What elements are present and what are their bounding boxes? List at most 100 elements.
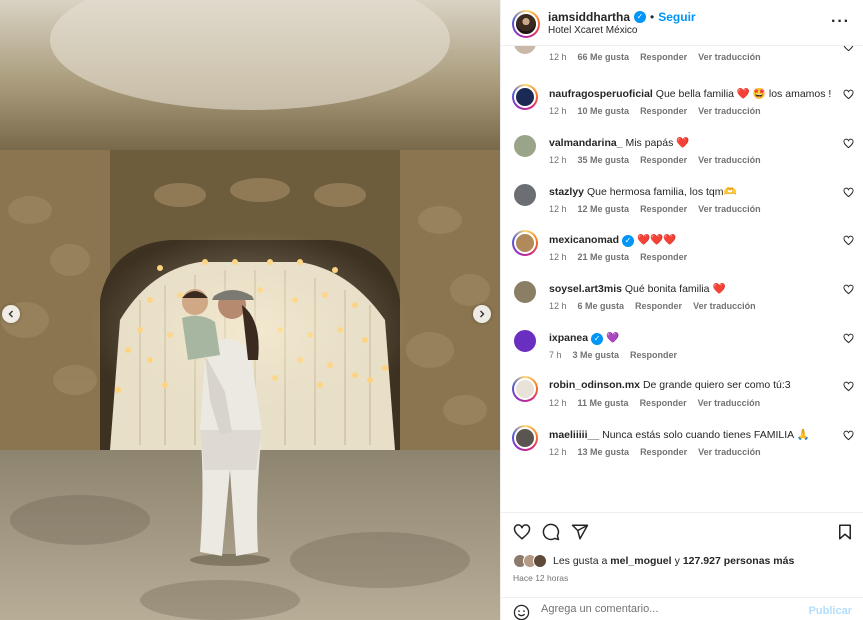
comment-like-icon[interactable]	[843, 381, 854, 392]
comment-likes[interactable]: 35 Me gusta	[578, 155, 630, 165]
likes-user[interactable]: mel_moguel	[610, 555, 671, 567]
comment-body: De grande quiero ser como tú:3	[642, 379, 791, 391]
comment-like-icon[interactable]	[843, 235, 854, 246]
comment-time: 12 h	[549, 252, 567, 262]
comment-like-icon[interactable]	[843, 187, 854, 198]
commenter-avatar[interactable]	[512, 230, 538, 256]
comment-like-icon[interactable]	[843, 333, 854, 344]
follow-button[interactable]: Seguir	[658, 10, 695, 24]
save-icon[interactable]	[836, 523, 854, 541]
photo-scene	[0, 0, 500, 620]
reply-button[interactable]: Responder	[640, 52, 687, 62]
comment-like-icon[interactable]	[843, 138, 854, 149]
comment-text: soysel.art3mis Qué bonita familia ❤️	[549, 282, 839, 295]
comment-body: 💜	[606, 332, 620, 344]
commenter-avatar[interactable]	[512, 46, 538, 56]
liker-avatars	[513, 554, 547, 568]
carousel-next-button[interactable]	[473, 305, 491, 323]
comment-like-icon[interactable]	[843, 284, 854, 295]
translate-button[interactable]: Ver traducción	[698, 106, 761, 116]
share-icon[interactable]	[571, 523, 589, 541]
comment-likes[interactable]: 13 Me gusta	[578, 447, 630, 457]
translate-button[interactable]: Ver traducción	[698, 155, 761, 165]
reply-button[interactable]: Responder	[630, 350, 677, 360]
author-username[interactable]: iamsiddhartha	[548, 10, 630, 24]
commenter-username[interactable]: stazlyy	[549, 186, 584, 198]
likes-summary[interactable]: Les gusta a mel_moguel y 127.927 persona…	[513, 553, 797, 569]
commenter-avatar[interactable]	[512, 328, 538, 354]
comment-meta: 12 h 21 Me gusta Responder	[549, 252, 698, 262]
comment-time: 12 h	[549, 155, 567, 165]
commenter-avatar[interactable]	[512, 133, 538, 159]
comment-likes[interactable]: 6 Me gusta	[578, 301, 625, 311]
comment-like-icon[interactable]	[843, 430, 854, 441]
comment-body: ❤️❤️❤️	[637, 234, 677, 246]
reply-button[interactable]: Responder	[640, 155, 687, 165]
commenter-avatar[interactable]	[512, 376, 538, 402]
commenter-username[interactable]: valmandarina_	[549, 137, 623, 149]
emoji-icon[interactable]	[513, 604, 530, 620]
post-photo[interactable]	[0, 0, 500, 620]
comment-time: 7 h	[549, 350, 562, 360]
post-actions: Les gusta a mel_moguel y 127.927 persona…	[501, 512, 863, 620]
add-comment-bar: Publicar	[501, 597, 863, 620]
reply-button[interactable]: Responder	[640, 398, 687, 408]
commenter-username[interactable]: naufragosperuoficial	[549, 88, 653, 100]
commenter-username[interactable]: robin_odinson.mx	[549, 379, 640, 391]
comment-likes[interactable]: 21 Me gusta	[578, 252, 630, 262]
comment-time: 12 h	[549, 204, 567, 214]
comment-item: valmandarina_ Mis papás ❤️ 12 h 35 Me gust…	[501, 133, 863, 181]
comment-time: 12 h	[549, 52, 567, 62]
comment-input[interactable]	[541, 603, 801, 615]
commenter-avatar[interactable]	[512, 425, 538, 451]
comment-time: 12 h	[549, 301, 567, 311]
comment-likes[interactable]: 12 Me gusta	[578, 204, 630, 214]
comment-meta: 7 h 3 Me gusta Responder	[549, 350, 688, 360]
carousel-prev-button[interactable]	[2, 305, 20, 323]
likes-joiner: y	[674, 555, 680, 567]
comment-meta: 12 h 12 Me gusta Responder Ver traducción	[549, 204, 772, 214]
translate-button[interactable]: Ver traducción	[698, 398, 761, 408]
post-details-panel: iamsiddhartha ✓ • Seguir Hotel Xcaret Mé…	[500, 0, 863, 620]
comment-item: robin_odinson.mx De grande quiero ser co…	[501, 376, 863, 424]
translate-button[interactable]: Ver traducción	[698, 447, 761, 457]
commenter-username[interactable]: ixpanea	[549, 332, 588, 344]
reply-button[interactable]: Responder	[640, 252, 687, 262]
comments-list[interactable]: 12 h 66 Me gusta Responder Ver traducción na…	[501, 46, 863, 510]
commenter-avatar[interactable]	[512, 279, 538, 305]
translate-button[interactable]: Ver traducción	[698, 204, 761, 214]
commenter-username[interactable]: mexicanomad	[549, 234, 619, 246]
reply-button[interactable]: Responder	[640, 106, 687, 116]
reply-button[interactable]: Responder	[635, 301, 682, 311]
comment-likes[interactable]: 11 Me gusta	[578, 398, 629, 408]
like-icon[interactable]	[513, 523, 531, 541]
comment-likes[interactable]: 10 Me gusta	[578, 106, 630, 116]
comment-icon[interactable]	[542, 523, 560, 541]
commenter-username[interactable]: soysel.art3mis	[549, 283, 622, 295]
more-options-icon[interactable]: ···	[831, 14, 850, 30]
comment-like-icon[interactable]	[843, 46, 854, 52]
reply-button[interactable]: Responder	[640, 447, 687, 457]
comment-text: maeliiiii__ Nunca estás solo cuando tien…	[549, 428, 839, 441]
comment-item: naufragosperuoficial Que bella familia ❤…	[501, 84, 863, 132]
author-avatar[interactable]	[512, 10, 540, 38]
comment-meta: 12 h 6 Me gusta Responder Ver traducción	[549, 301, 767, 311]
reply-button[interactable]: Responder	[640, 204, 687, 214]
likes-count[interactable]: 127.927 personas más	[683, 555, 795, 567]
comment-body: Que hermosa familia, los tqm🫶	[586, 186, 737, 198]
publish-button[interactable]: Publicar	[809, 605, 852, 617]
comment-time: 12 h	[549, 447, 567, 457]
comment-likes[interactable]: 3 Me gusta	[573, 350, 620, 360]
post-header: iamsiddhartha ✓ • Seguir Hotel Xcaret Mé…	[501, 0, 863, 46]
commenter-username[interactable]: maeliiiii__	[549, 429, 599, 441]
comment-body: Mis papás ❤️	[625, 137, 690, 149]
commenter-avatar[interactable]	[512, 182, 538, 208]
translate-button[interactable]: Ver traducción	[693, 301, 756, 311]
comment-like-icon[interactable]	[843, 89, 854, 100]
header-separator: •	[650, 10, 655, 24]
location-link[interactable]: Hotel Xcaret México	[548, 25, 637, 36]
translate-button[interactable]: Ver traducción	[698, 52, 761, 62]
commenter-avatar[interactable]	[512, 84, 538, 110]
comment-likes[interactable]: 66 Me gusta	[578, 52, 630, 62]
comment-text: valmandarina_ Mis papás ❤️	[549, 136, 839, 149]
